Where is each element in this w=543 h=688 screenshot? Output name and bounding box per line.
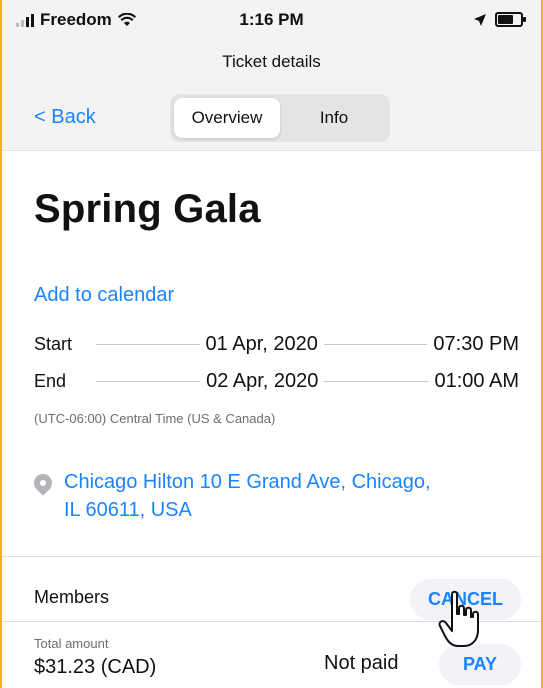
total-amount-value: $31.23 (CAD) bbox=[34, 656, 157, 678]
location-link[interactable]: Chicago Hilton 10 E Grand Ave, Chicago, … bbox=[64, 468, 431, 524]
members-label: Members bbox=[34, 587, 110, 607]
end-date: 02 Apr, 2020 bbox=[206, 370, 319, 392]
location-line-1: Chicago Hilton 10 E Grand Ave, Chicago, bbox=[64, 471, 431, 493]
end-time: 01:00 AM bbox=[434, 370, 519, 392]
start-row: Start 01 Apr, 2020 07:30 PM bbox=[34, 333, 519, 356]
end-label: End bbox=[34, 371, 67, 391]
event-title: Spring Gala bbox=[34, 187, 261, 231]
status-time: 1:16 PM bbox=[239, 10, 304, 29]
event-details: Spring Gala Add to calendar Start 01 Apr… bbox=[2, 187, 541, 524]
status-right bbox=[473, 12, 526, 27]
nav-title: Ticket details bbox=[222, 52, 321, 71]
battery-icon bbox=[495, 12, 526, 27]
app-frame: Freedom 1:16 PM Ticket details < Back Ov… bbox=[0, 0, 543, 688]
add-to-calendar-link[interactable]: Add to calendar bbox=[34, 284, 174, 307]
top-bar: Freedom 1:16 PM Ticket details < Back Ov… bbox=[2, 0, 541, 151]
end-row: End 02 Apr, 2020 01:00 AM bbox=[34, 370, 519, 393]
location-line-2: IL 60611, USA bbox=[64, 499, 192, 521]
status-bar: Freedom 1:16 PM bbox=[2, 0, 541, 40]
location-arrow-icon bbox=[474, 13, 486, 26]
total-amount-label: Total amount bbox=[34, 636, 109, 651]
pay-button[interactable]: PAY bbox=[438, 644, 521, 685]
tab-info[interactable]: Info bbox=[282, 98, 386, 138]
start-date: 01 Apr, 2020 bbox=[205, 333, 318, 355]
start-label: Start bbox=[34, 334, 73, 354]
map-pin-icon bbox=[30, 470, 56, 496]
payment-status: Not paid bbox=[324, 652, 399, 674]
divider-line bbox=[96, 344, 200, 345]
divider-line bbox=[324, 381, 429, 382]
location: Chicago Hilton 10 E Grand Ave, Chicago, … bbox=[30, 468, 519, 524]
start-time: 07:30 PM bbox=[433, 333, 519, 355]
segmented-control: Overview Info bbox=[170, 94, 390, 142]
back-button[interactable]: < Back bbox=[34, 106, 96, 129]
divider-line bbox=[96, 381, 201, 382]
tab-overview[interactable]: Overview bbox=[174, 98, 280, 138]
hand-pointer-icon bbox=[438, 590, 479, 647]
timezone-text: (UTC-06:00) Central Time (US & Canada) bbox=[34, 411, 276, 426]
divider-line bbox=[323, 344, 428, 345]
